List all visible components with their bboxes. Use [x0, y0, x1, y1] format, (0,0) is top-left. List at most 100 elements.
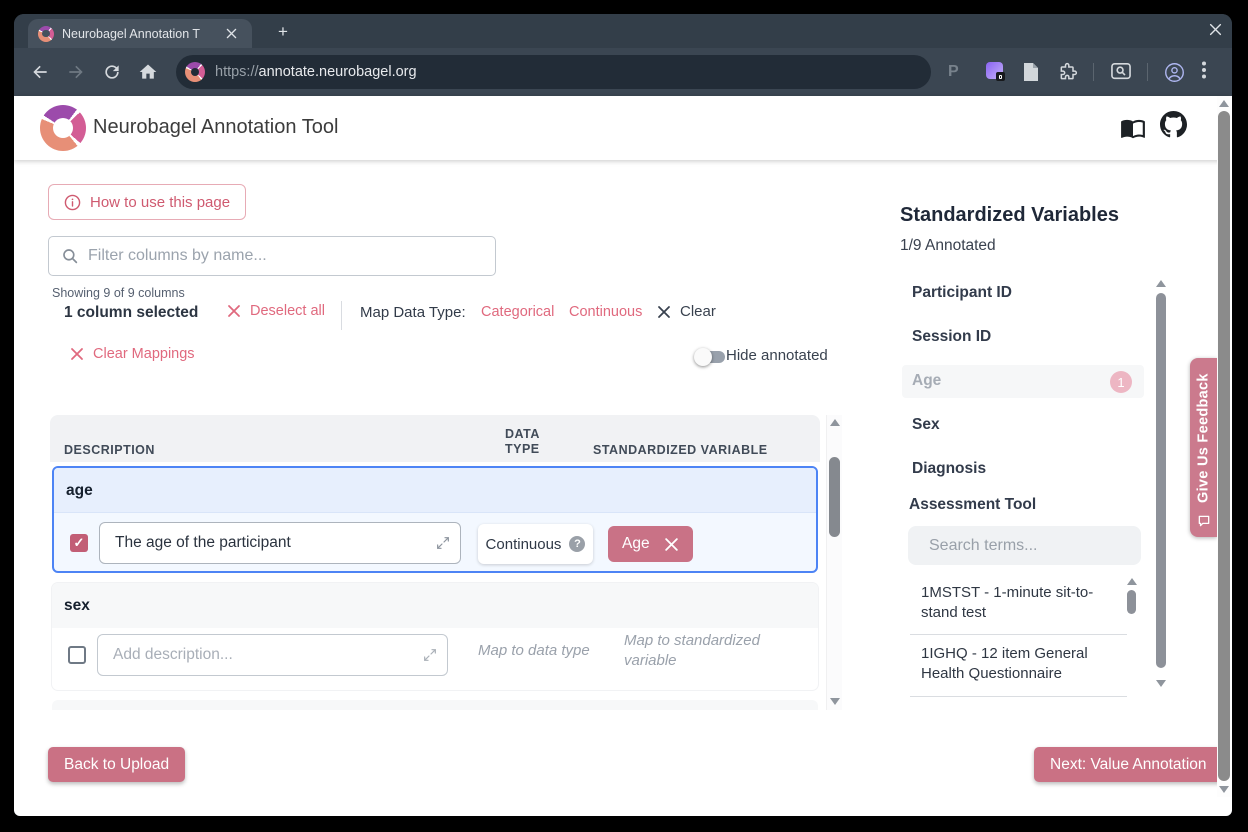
row-age-data-type-button[interactable]: Continuous ? — [478, 524, 593, 564]
term-item-1ighq[interactable]: 1IGHQ - 12 item General Health Questionn… — [921, 644, 1127, 684]
sidebar-item-age[interactable]: Age — [912, 372, 941, 390]
close-icon — [70, 347, 84, 361]
extensions-puzzle-icon[interactable] — [1058, 62, 1078, 82]
sidebar-item-sex[interactable]: Sex — [912, 416, 940, 434]
table-row-partial — [52, 700, 818, 710]
toolbar-divider — [1093, 63, 1094, 81]
site-icon — [185, 62, 205, 82]
deselect-all-button[interactable]: Deselect all — [227, 303, 325, 319]
scroll-down-arrow[interactable] — [1219, 786, 1229, 793]
row-sex-name: sex — [64, 597, 90, 615]
row-age-variable-chip[interactable]: Age — [608, 526, 693, 562]
sidebar-item-assessment-tool[interactable]: Assessment Tool — [909, 496, 1036, 514]
divider — [910, 634, 1127, 635]
scroll-down-arrow[interactable] — [830, 698, 840, 705]
scroll-up-arrow[interactable] — [1219, 100, 1229, 107]
col-standardized-variable: STANDARDIZED VARIABLE — [593, 443, 768, 457]
browser-tab[interactable]: Neurobagel Annotation T — [28, 19, 252, 48]
forward-icon[interactable] — [66, 62, 86, 82]
tab-search-icon[interactable] — [1110, 62, 1130, 82]
how-to-use-button[interactable]: How to use this page — [48, 184, 246, 220]
row-age-checkbox[interactable]: ✓ — [70, 534, 88, 552]
row-age-header — [54, 468, 816, 513]
table-scrollbar[interactable] — [826, 415, 842, 710]
row-age-description-field[interactable] — [99, 522, 461, 564]
categorical-button[interactable]: Categorical — [481, 304, 554, 320]
page-scrollbar[interactable] — [1217, 96, 1232, 797]
sidebar-item-diagnosis[interactable]: Diagnosis — [912, 460, 986, 478]
clear-mappings-button[interactable]: Clear Mappings — [70, 346, 195, 362]
table-row-age[interactable]: age ✓ Continuous ? Age — [52, 466, 818, 573]
neurobagel-logo-icon — [40, 105, 86, 151]
term-item-1mstst[interactable]: 1MSTST - 1-minute sit-to-stand test — [921, 583, 1127, 623]
table-scrollbar-thumb[interactable] — [829, 457, 840, 537]
scroll-up-arrow[interactable] — [1156, 280, 1166, 287]
feedback-bubble-icon — [1197, 514, 1211, 528]
row-sex-checkbox[interactable] — [68, 646, 86, 664]
reload-icon[interactable] — [102, 62, 122, 82]
filter-columns-input[interactable] — [88, 247, 483, 265]
terms-scrollbar[interactable] — [1126, 578, 1138, 698]
url-scheme: https:// — [215, 64, 259, 80]
extension-shield-icon[interactable] — [986, 62, 1006, 82]
url-bar[interactable]: https://annotate.neurobagel.org — [176, 55, 931, 89]
divider — [910, 696, 1127, 697]
page-scrollbar-thumb[interactable] — [1218, 111, 1230, 781]
browser-toolbar: https://annotate.neurobagel.org P — [14, 48, 1232, 96]
clear-label: Clear — [680, 303, 716, 320]
url-host: annotate.neurobagel.org — [259, 64, 417, 80]
row-age-name: age — [66, 482, 93, 500]
row-age-description-input[interactable] — [100, 523, 460, 563]
give-feedback-label: Give Us Feedback — [1190, 364, 1217, 512]
filter-columns-field[interactable] — [48, 236, 496, 276]
terms-search-input[interactable] — [929, 537, 1136, 555]
toolbar-divider — [1147, 63, 1148, 81]
back-to-upload-button[interactable]: Back to Upload — [48, 747, 185, 782]
expand-icon[interactable] — [422, 647, 438, 663]
row-sex-description-input[interactable] — [98, 635, 447, 675]
new-tab-button[interactable]: + — [273, 22, 293, 42]
tab-close-icon[interactable] — [226, 28, 237, 39]
annotated-count: 1/9 Annotated — [900, 237, 996, 255]
profile-icon[interactable] — [1164, 62, 1184, 82]
clear-data-type-button[interactable]: Clear — [657, 303, 716, 320]
scroll-up-arrow[interactable] — [1127, 578, 1137, 585]
window-close-icon[interactable] — [1209, 23, 1222, 36]
url-text: https://annotate.neurobagel.org — [215, 64, 417, 80]
sidebar-scrollbar-thumb[interactable] — [1156, 293, 1166, 668]
hide-annotated-toggle[interactable] — [694, 348, 727, 366]
continuous-button[interactable]: Continuous — [569, 304, 642, 320]
sidebar-title: Standardized Variables — [900, 204, 1119, 227]
col-description: DESCRIPTION — [64, 443, 155, 457]
tab-title-fade — [196, 19, 224, 48]
sidebar-item-session-id[interactable]: Session ID — [912, 328, 991, 346]
scroll-down-arrow[interactable] — [1156, 680, 1166, 687]
showing-columns-text: Showing 9 of 9 columns — [52, 286, 185, 300]
close-icon — [227, 304, 241, 318]
back-icon[interactable] — [30, 62, 50, 82]
scroll-up-arrow[interactable] — [830, 419, 840, 426]
docs-book-icon[interactable] — [1120, 115, 1146, 141]
table-row-sex[interactable]: sex Map to data type Map to standardized… — [52, 583, 818, 690]
terms-scrollbar-thumb[interactable] — [1127, 590, 1136, 614]
help-question-icon: ? — [569, 536, 585, 552]
terms-search-field[interactable] — [908, 526, 1141, 565]
github-icon[interactable] — [1160, 111, 1187, 138]
row-sex-description-field[interactable] — [97, 634, 448, 676]
menu-dots-icon[interactable] — [1202, 61, 1222, 81]
divider — [341, 301, 342, 330]
search-icon — [61, 247, 79, 265]
col-data-type: DATA TYPE — [505, 427, 553, 457]
password-manager-icon[interactable]: P — [948, 63, 968, 83]
sidebar-scrollbar[interactable] — [1155, 280, 1167, 698]
sidebar-item-participant-id[interactable]: Participant ID — [912, 284, 1012, 302]
clear-mappings-label: Clear Mappings — [93, 346, 195, 362]
document-icon[interactable] — [1022, 62, 1042, 82]
give-feedback-button[interactable]: Give Us Feedback — [1190, 358, 1217, 537]
hide-annotated-label: Hide annotated — [726, 347, 828, 364]
columns-selected-text: 1 column selected — [64, 304, 198, 322]
remove-variable-icon[interactable] — [664, 537, 679, 552]
expand-icon[interactable] — [435, 535, 451, 551]
next-value-annotation-button[interactable]: Next: Value Annotation — [1034, 747, 1223, 782]
home-icon[interactable] — [138, 62, 158, 82]
